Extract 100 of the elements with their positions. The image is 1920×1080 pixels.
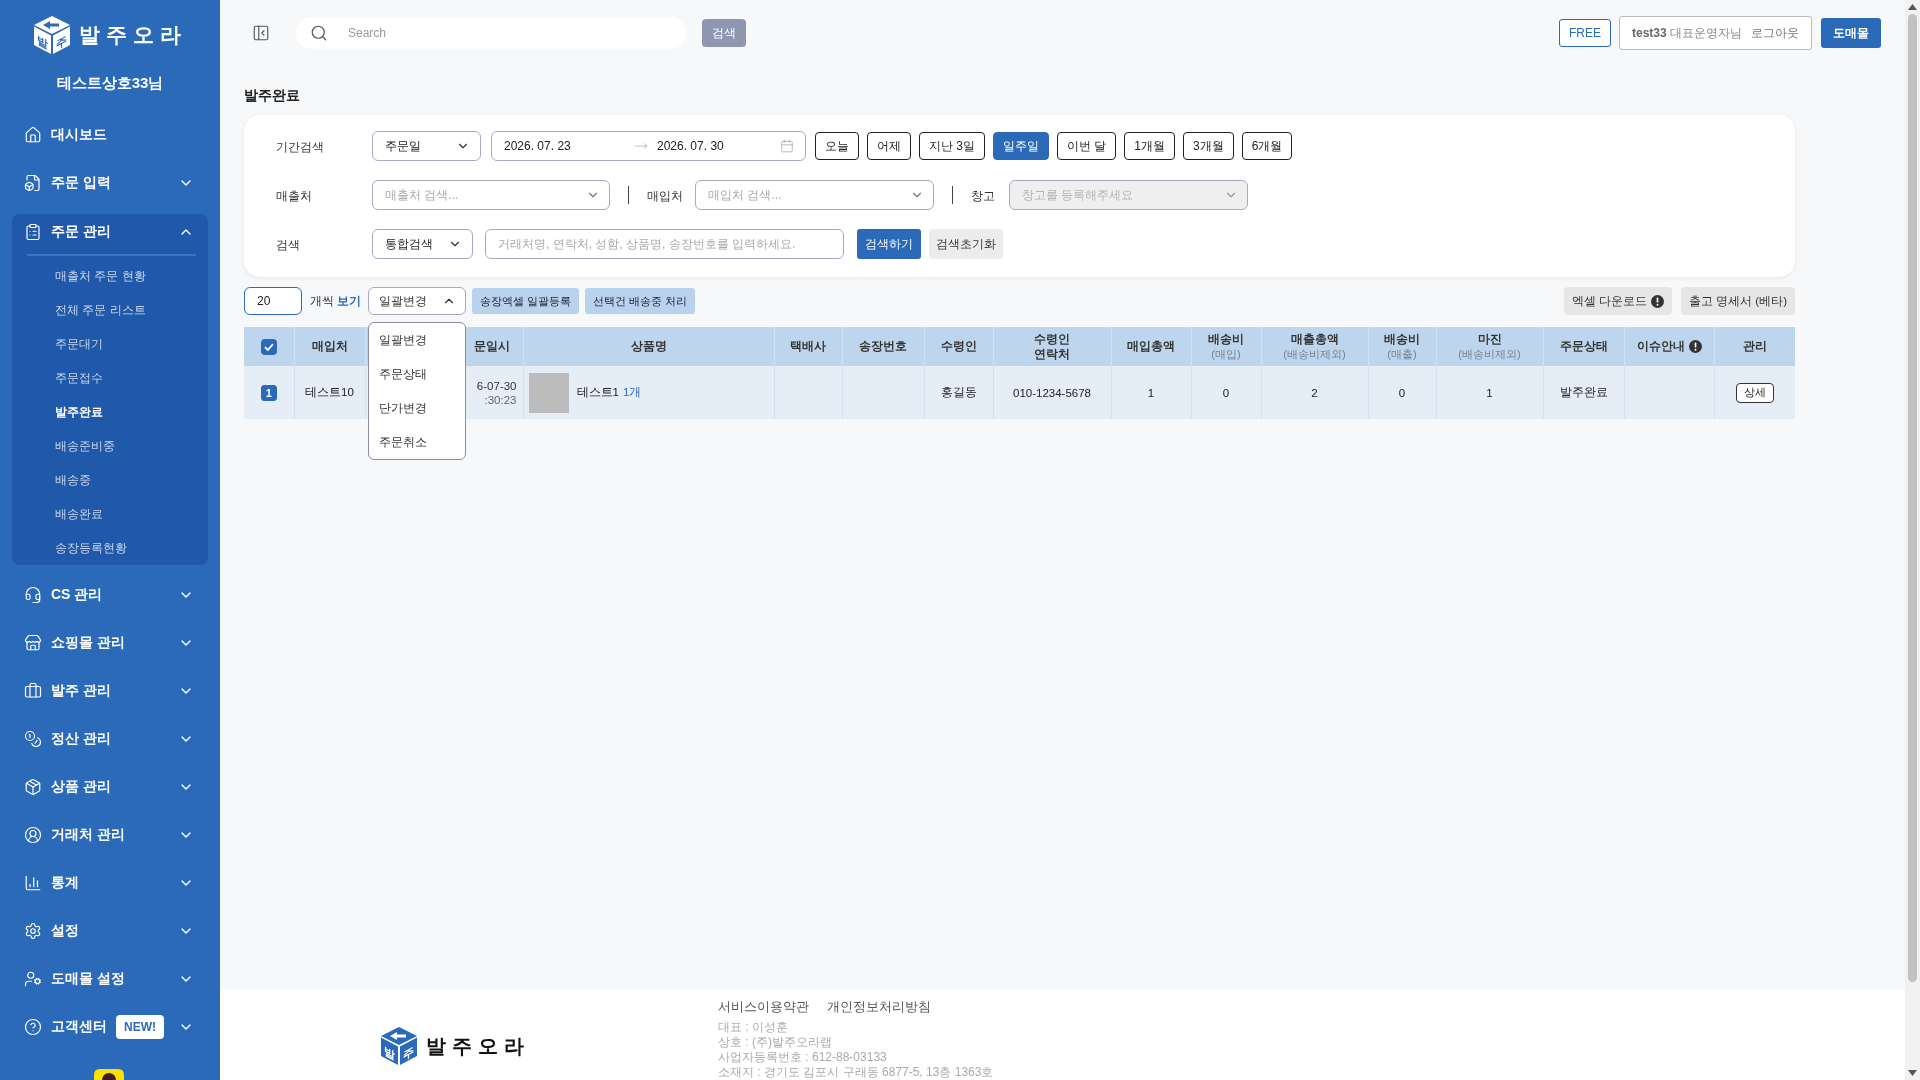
table-cell: 1: [1436, 366, 1543, 419]
submenu-item[interactable]: 송장등록현황: [12, 531, 208, 565]
footer-link[interactable]: 서비스이용약관: [718, 998, 809, 1015]
footer-link[interactable]: 개인정보처리방침: [827, 998, 931, 1015]
period-button[interactable]: 1개월: [1124, 132, 1176, 160]
table-cell: 테스트10: [294, 366, 365, 419]
app-icon[interactable]: [94, 1069, 124, 1080]
menu-item[interactable]: 고객센터 NEW!: [0, 1003, 220, 1051]
action-button[interactable]: 송장엑셀 일괄등록: [472, 288, 580, 314]
store-icon: [24, 634, 42, 652]
order-time: :30:23: [484, 392, 517, 407]
date-range-field[interactable]: 2026. 07. 23 2026. 07. 30: [491, 131, 806, 161]
clipboard-icon: [24, 223, 42, 241]
seller-select[interactable]: 매출처 검색...: [372, 180, 610, 210]
menu-item[interactable]: 통계: [0, 859, 220, 907]
column-header: 이슈안내: [1636, 339, 1685, 355]
page-title: 발주완료: [244, 86, 300, 104]
logout-button[interactable]: 로그아웃: [1751, 24, 1799, 42]
submenu-item[interactable]: 발주완료: [12, 395, 208, 429]
menu-item[interactable]: 상품 관리: [0, 763, 220, 811]
search-field[interactable]: Search: [296, 17, 686, 49]
row-checkbox[interactable]: 1: [260, 384, 277, 401]
menu-item[interactable]: CS 관리: [0, 571, 220, 619]
cube-logo: 발 주: [380, 1026, 418, 1066]
submenu-item[interactable]: 배송준비중: [12, 429, 208, 463]
period-button[interactable]: 어제: [867, 132, 911, 160]
submenu-item[interactable]: 배송중: [12, 463, 208, 497]
help-circle-icon: [24, 1018, 42, 1036]
select-all-checkbox[interactable]: [260, 338, 277, 355]
menu-item[interactable]: 주문취소: [369, 425, 466, 459]
submenu-item[interactable]: 배송완료: [12, 497, 208, 531]
filter-label: 창고: [971, 188, 995, 203]
user-gear-icon: [24, 970, 42, 988]
period-button[interactable]: 오늘: [815, 132, 859, 160]
scrollbar-thumb[interactable]: [1908, 14, 1917, 982]
menu-item[interactable]: 단가변경: [369, 391, 466, 425]
period-button[interactable]: 지난 3일: [919, 132, 985, 160]
menu-item[interactable]: 주문 입력: [0, 159, 220, 207]
menu-item[interactable]: 발주 관리: [0, 667, 220, 715]
company-info-line: 대표 : 이성훈: [718, 1020, 788, 1035]
submenu-item[interactable]: 전체 주문 리스트: [12, 293, 208, 327]
company-info-line: 상호 : (주)발주오라랩: [718, 1035, 832, 1050]
menu-item[interactable]: 쇼핑몰 관리: [0, 619, 220, 667]
scroll-up-icon[interactable]: [1908, 4, 1917, 10]
menu-item[interactable]: 주문 관리: [12, 214, 208, 250]
search-icon: [310, 24, 328, 42]
briefcase-icon: [24, 682, 42, 700]
export-button[interactable]: 엑셀 다운로드: [1563, 287, 1672, 315]
period-button[interactable]: 3개월: [1183, 132, 1234, 160]
table-cell: 0: [1191, 366, 1261, 419]
column-header: 수령인: [924, 327, 993, 366]
period-button[interactable]: 일주일: [993, 132, 1049, 160]
logo-text: 발주오라: [426, 1034, 530, 1059]
settings-icon: [24, 922, 42, 940]
action-button[interactable]: 선택건 배송중 처리: [585, 288, 696, 314]
detail-button[interactable]: 상세: [1735, 382, 1774, 403]
column-header: 마진 (배송비제외): [1436, 327, 1543, 366]
wholesale-mall-button[interactable]: 도매몰: [1821, 18, 1881, 48]
bar-chart-icon: [24, 874, 42, 892]
search-button[interactable]: 검색: [702, 19, 746, 47]
column-header: 매입총액: [1111, 327, 1191, 366]
package-icon: [24, 778, 42, 796]
table-cell: 0: [1368, 366, 1436, 419]
search-submit-button[interactable]: 검색하기: [857, 229, 921, 259]
search-type-select[interactable]: 통합검색: [372, 229, 473, 259]
table-cell: 2: [1261, 366, 1368, 419]
menu-item[interactable]: 대시보드: [0, 111, 220, 159]
date-type-select[interactable]: 주문일: [372, 131, 481, 161]
period-button[interactable]: 이번 달: [1057, 132, 1117, 160]
menu-item[interactable]: 거래처 관리: [0, 811, 220, 859]
scroll-down-icon[interactable]: [1908, 1070, 1917, 1076]
plan-badge: FREE: [1559, 19, 1611, 47]
export-button[interactable]: 출고 명세서 (베타): [1680, 287, 1795, 315]
start-date: 2026. 07. 23: [504, 139, 571, 153]
period-button[interactable]: 6개월: [1241, 132, 1293, 160]
quantity-link[interactable]: 1개: [622, 385, 642, 400]
table-cell: 010-1234-5678: [993, 366, 1111, 419]
sidebar-toggle-icon[interactable]: [252, 24, 270, 42]
order-date: 6-07-30: [476, 378, 517, 393]
user-name: test33 대표운영자님: [1632, 24, 1743, 42]
column-header: 수령인 연락처: [993, 327, 1111, 366]
column-header: 택배사: [774, 327, 842, 366]
bulk-change-select[interactable]: 일괄변경: [368, 287, 467, 315]
column-header: 상품명: [523, 327, 774, 366]
reset-button[interactable]: 검색초기화: [929, 229, 1003, 259]
keyword-input[interactable]: 거래처명, 연락처, 성함, 상품명, 송장번호를 입력하세요.: [485, 229, 844, 259]
column-header: 배송비 (매출): [1368, 327, 1436, 366]
company-info-line: 소재지 : 경기도 김포시 구래동 6877-5, 13층 1363호: [718, 1065, 994, 1080]
submenu-item[interactable]: 매출처 주문 현황: [12, 259, 208, 293]
menu-item[interactable]: 도매몰 설정: [0, 955, 220, 1003]
page-size-input[interactable]: 20: [244, 287, 302, 315]
menu-item[interactable]: 설정: [0, 907, 220, 955]
submenu-item[interactable]: 주문접수: [12, 361, 208, 395]
column-header: 송장번호: [842, 327, 924, 366]
column-header: 주문상태: [1543, 327, 1624, 366]
cube-logo: 발 주: [33, 15, 71, 55]
buyer-select[interactable]: 매입처 검색...: [695, 180, 934, 210]
menu-item[interactable]: 정산 관리: [0, 715, 220, 763]
column-header: 매입처: [294, 327, 365, 366]
submenu-item[interactable]: 주문대기: [12, 327, 208, 361]
